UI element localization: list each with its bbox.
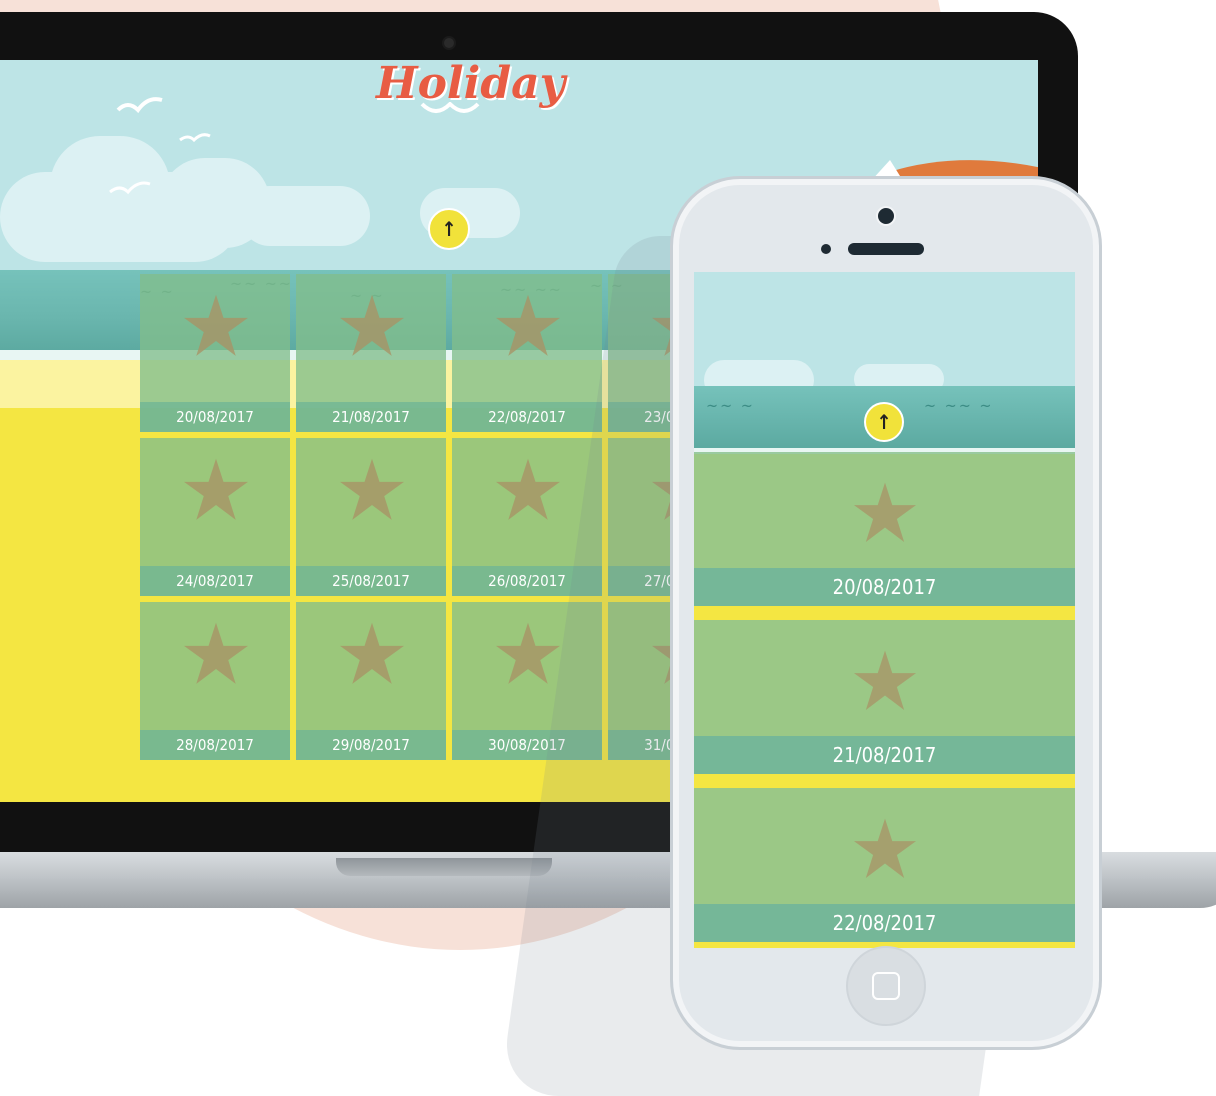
date-tile[interactable]: 28/08/2017: [140, 602, 290, 760]
starfish-icon: [184, 294, 248, 356]
tile-date: 21/08/2017: [694, 736, 1075, 774]
date-tile[interactable]: 20/08/2017: [694, 452, 1075, 606]
date-tile[interactable]: 24/08/2017: [140, 438, 290, 596]
tile-date: 22/08/2017: [452, 402, 602, 432]
starfish-icon: [853, 650, 917, 711]
starfish-icon: [496, 622, 560, 684]
phone-camera: [878, 208, 894, 224]
date-tile[interactable]: 25/08/2017: [296, 438, 446, 596]
arrow-up-icon: ↑: [876, 410, 892, 434]
date-tile[interactable]: 22/08/2017: [694, 788, 1075, 942]
laptop-notch: [336, 858, 552, 876]
phone-speaker: [848, 243, 924, 255]
tile-date: 21/08/2017: [296, 402, 446, 432]
tile-date: 22/08/2017: [694, 904, 1075, 942]
wave-mark: ~ ~~ ~: [924, 396, 994, 415]
scroll-top-button[interactable]: ↑: [864, 402, 904, 442]
tile-date: 24/08/2017: [140, 566, 290, 596]
starfish-icon: [340, 622, 404, 684]
tile-date: 20/08/2017: [694, 568, 1075, 606]
starfish-icon: [496, 294, 560, 356]
cloud: [240, 186, 370, 246]
seagulls-icon: [109, 97, 211, 195]
date-tile[interactable]: 29/08/2017: [296, 602, 446, 760]
tile-date: 20/08/2017: [140, 402, 290, 432]
starfish-icon: [853, 482, 917, 543]
logo-bird-icon: [420, 102, 480, 113]
tile-date: 29/08/2017: [296, 730, 446, 760]
arrow-up-icon: ↑: [441, 217, 457, 241]
tile-date: 25/08/2017: [296, 566, 446, 596]
home-square-icon: [872, 972, 900, 1000]
date-tile[interactable]: 21/08/2017: [694, 620, 1075, 774]
date-tile[interactable]: 21/08/2017: [296, 274, 446, 432]
starfish-icon: [853, 818, 917, 879]
starfish-icon: [340, 458, 404, 520]
date-tile[interactable]: 20/08/2017: [140, 274, 290, 432]
laptop-camera: [444, 38, 454, 48]
phone-sensor: [821, 244, 831, 254]
starfish-icon: [340, 294, 404, 356]
starfish-icon: [184, 622, 248, 684]
tile-date: 28/08/2017: [140, 730, 290, 760]
starfish-icon: [496, 458, 560, 520]
scroll-top-button[interactable]: ↑: [428, 208, 470, 250]
phone-screen: ~~ ~ ~ ~~ ~ ↑ 20/08/2017 21/08/2017 22/0…: [694, 272, 1075, 948]
wave-mark: ~~ ~: [706, 396, 755, 415]
date-tile[interactable]: 22/08/2017: [452, 274, 602, 432]
phone-home-button[interactable]: [846, 946, 926, 1026]
starfish-icon: [184, 458, 248, 520]
